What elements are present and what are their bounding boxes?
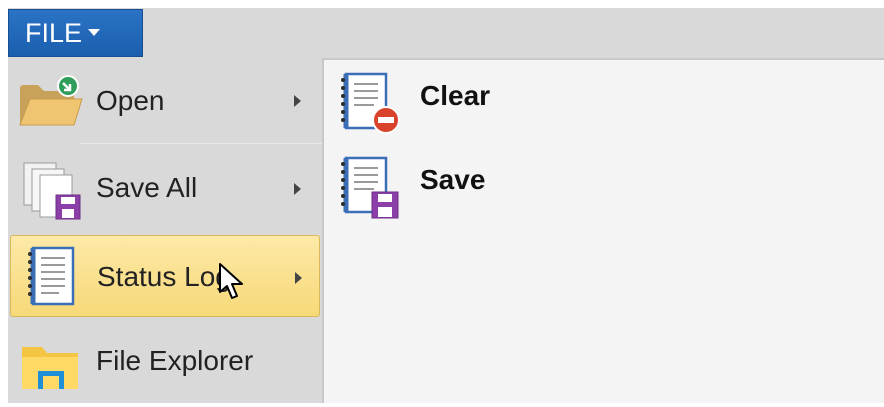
folder-open-icon — [18, 75, 84, 134]
submenu-arrow-icon — [294, 95, 301, 107]
clear-log-icon — [338, 70, 406, 141]
menu-item-label: Status Log — [97, 261, 231, 292]
save-log-icon — [338, 154, 406, 225]
window: FILE Open Save All Status Log File Explo… — [0, 0, 884, 403]
file-explorer-icon — [20, 341, 82, 398]
menu-item-label: Open — [96, 85, 165, 116]
mouse-pointer-icon — [218, 262, 248, 307]
submenu-arrow-icon — [294, 183, 301, 195]
submenu-item-save[interactable]: Save — [338, 154, 638, 224]
menu-item-label: Save All — [96, 172, 198, 203]
file-menu-button[interactable]: FILE — [8, 9, 143, 57]
menu-item-open[interactable]: Open — [8, 58, 322, 144]
submenu-item-clear[interactable]: Clear — [338, 70, 638, 140]
menu-item-status-log[interactable]: Status Log — [10, 235, 320, 317]
caret-down-icon — [88, 29, 101, 37]
menu-item-label: File Explorer — [96, 345, 254, 376]
status-log-icon — [25, 246, 79, 313]
menu-item-file-explorer[interactable]: File Explorer — [8, 321, 322, 407]
save-all-icon — [22, 159, 82, 228]
file-menu-list: Open Save All Status Log File Explorer — [8, 58, 322, 403]
submenu-item-label: Save — [420, 164, 486, 195]
submenu-panel: Clear Save — [322, 58, 884, 403]
menu-item-save-all[interactable]: Save All — [8, 144, 322, 230]
file-menu-label: FILE — [25, 18, 83, 48]
submenu-item-label: Clear — [420, 80, 491, 111]
submenu-arrow-icon — [295, 272, 302, 284]
